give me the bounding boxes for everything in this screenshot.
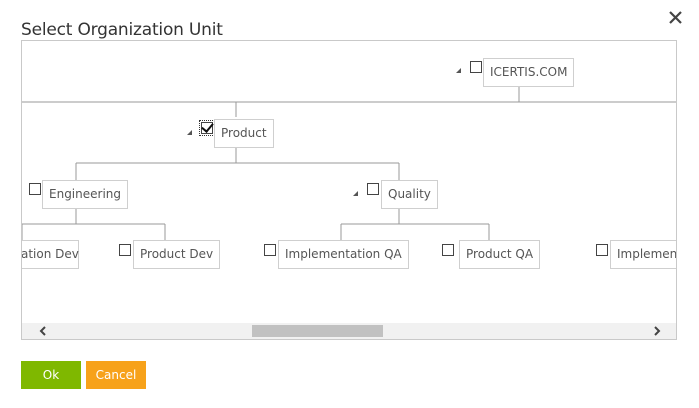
horizontal-scrollbar[interactable] bbox=[22, 323, 676, 339]
expand-quality-icon[interactable] bbox=[353, 191, 358, 196]
checkbox-product-qa[interactable] bbox=[442, 244, 454, 256]
expand-root-icon[interactable] bbox=[456, 68, 461, 73]
node-product-dev[interactable]: Product Dev bbox=[133, 240, 221, 269]
node-engineering[interactable]: Engineering bbox=[42, 180, 128, 209]
node-quality[interactable]: Quality bbox=[381, 180, 438, 209]
checkbox-root[interactable] bbox=[470, 61, 482, 73]
expand-product-icon[interactable] bbox=[187, 130, 192, 135]
node-product-qa[interactable]: Product QA bbox=[459, 240, 541, 269]
checkbox-engineering[interactable] bbox=[29, 183, 41, 195]
chevron-left-icon[interactable] bbox=[35, 323, 51, 339]
node-icertis[interactable]: ICERTIS.COM bbox=[483, 58, 575, 87]
node-implementation-qa[interactable]: Implementation QA bbox=[278, 240, 409, 269]
node-implementation-dev[interactable]: ation Dev bbox=[22, 240, 79, 269]
chevron-right-icon[interactable] bbox=[649, 323, 665, 339]
node-product[interactable]: Product bbox=[214, 119, 274, 148]
node-implementation-more[interactable]: Implement bbox=[610, 240, 676, 269]
checkbox-quality[interactable] bbox=[367, 183, 379, 195]
checkbox-product-dev[interactable] bbox=[119, 244, 131, 256]
close-icon[interactable] bbox=[666, 8, 686, 28]
select-org-unit-dialog: Select Organization Unit ICERTIS.COM Pro… bbox=[0, 0, 699, 408]
cancel-button[interactable]: Cancel bbox=[86, 361, 146, 389]
ok-button[interactable]: Ok bbox=[21, 361, 81, 389]
checkbox-implementation-qa[interactable] bbox=[264, 244, 276, 256]
checkbox-implementation-more[interactable] bbox=[596, 244, 608, 256]
checkbox-product[interactable] bbox=[199, 120, 215, 136]
dialog-title: Select Organization Unit bbox=[21, 20, 223, 40]
org-tree-panel: ICERTIS.COM Product Engineering Quality … bbox=[21, 40, 677, 340]
scrollbar-thumb[interactable] bbox=[252, 325, 383, 337]
